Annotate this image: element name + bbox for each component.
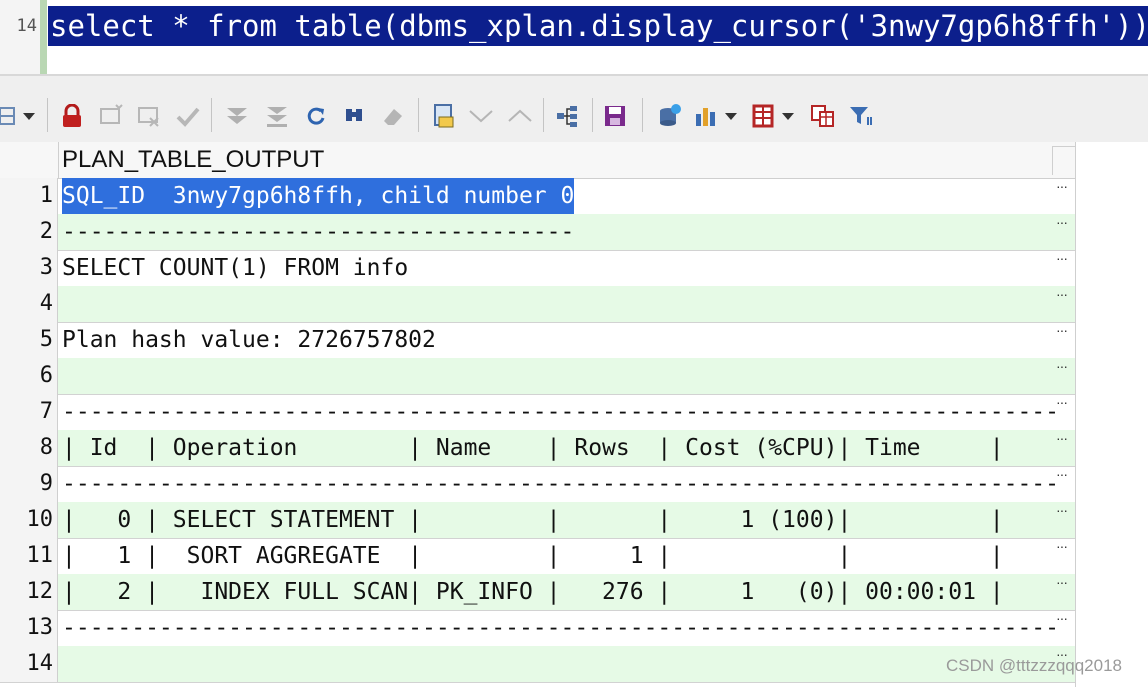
cell-expand-button[interactable]: ···	[1056, 538, 1068, 554]
grid-corner-cell[interactable]	[0, 142, 59, 178]
plan-output-cell[interactable]: | 0 | SELECT STATEMENT | | | 1 (100)| |	[62, 502, 1004, 538]
cell-expand-button[interactable]: ···	[1056, 322, 1068, 338]
result-toolbar	[0, 76, 1148, 143]
result-grid: PLAN_TABLE_OUTPUT 1 SQL_ID 3nwy7gp6h8ffh,…	[0, 142, 1148, 687]
grid-empty-area	[1075, 142, 1148, 687]
plan-output-cell[interactable]: SQL_ID 3nwy7gp6h8ffh, child number 0	[62, 178, 575, 214]
plan-output-cell[interactable]: SELECT COUNT(1) FROM info	[62, 250, 408, 286]
table-row[interactable]: 9 ---------------------------------------…	[0, 466, 1075, 503]
clear-icon[interactable]	[380, 103, 406, 129]
table-row[interactable]: 13 --------------------------------------…	[0, 610, 1075, 647]
row-number[interactable]: 1	[0, 178, 58, 214]
row-number[interactable]: 6	[0, 358, 58, 394]
plan-output-cell[interactable]: | Id | Operation | Name | Rows | Cost (%…	[62, 430, 1004, 466]
dropdown-arrow-icon[interactable]	[20, 103, 38, 129]
row-number[interactable]: 11	[0, 538, 58, 574]
row-number[interactable]: 13	[0, 610, 58, 646]
row-number[interactable]: 5	[0, 322, 58, 358]
table-row[interactable]: 2 ------------------------------------- ··…	[0, 214, 1075, 251]
plan-output-cell[interactable]: -------------------------------------	[62, 214, 574, 250]
row-number[interactable]: 7	[0, 394, 58, 430]
table-row[interactable]: 10 | 0 | SELECT STATEMENT | | | 1 (100)| …	[0, 502, 1075, 539]
cell-expand-button[interactable]: ···	[1056, 358, 1068, 374]
sql-statement-text[interactable]: select * from table(dbms_xplan.display_c…	[48, 6, 1148, 46]
sql-editor[interactable]: 14 select * from table(dbms_xplan.displa…	[0, 0, 1148, 76]
find-icon[interactable]	[342, 103, 366, 129]
watermark: CSDN @tttzzzqqq2018	[946, 656, 1123, 675]
row-number[interactable]: 3	[0, 250, 58, 286]
fetch-all-icon[interactable]	[264, 103, 290, 129]
table-row[interactable]: 5 Plan hash value: 2726757802 ···	[0, 322, 1075, 359]
row-number[interactable]: 12	[0, 574, 58, 610]
row-number[interactable]: 2	[0, 214, 58, 250]
export-icon[interactable]	[656, 103, 684, 129]
column-header-plan-table-output[interactable]: PLAN_TABLE_OUTPUT	[62, 142, 324, 178]
row-number[interactable]: 8	[0, 430, 58, 466]
plan-output-cell[interactable]: ----------------------------------------…	[62, 394, 1059, 430]
insert-row-icon[interactable]	[98, 103, 124, 129]
table-row[interactable]: 7 ---------------------------------------…	[0, 394, 1075, 431]
cell-expand-button[interactable]: ···	[1056, 214, 1068, 230]
post-edit-icon[interactable]	[175, 103, 201, 129]
cell-expand-button[interactable]: ···	[1056, 286, 1068, 302]
table-row[interactable]: 4 ···	[0, 286, 1075, 323]
fetch-next-icon[interactable]	[224, 103, 250, 129]
cell-expand-button[interactable]: ···	[1056, 178, 1068, 194]
plan-output-cell[interactable]: ----------------------------------------…	[62, 466, 1059, 502]
grid-view-icon[interactable]	[751, 103, 775, 129]
table-row[interactable]: 3 SELECT COUNT(1) FROM info ···	[0, 250, 1075, 287]
table-row[interactable]: 11 | 1 | SORT AGGREGATE | | 1 | | | ···	[0, 538, 1075, 575]
plan-output-cell[interactable]: | 1 | SORT AGGREGATE | | 1 | | |	[62, 538, 1004, 574]
editor-change-marker	[40, 0, 47, 74]
save-icon[interactable]	[602, 103, 628, 129]
table-row[interactable]: 1 SQL_ID 3nwy7gp6h8ffh, child number 0 ···	[0, 178, 1075, 215]
cell-expand-button[interactable]: ···	[1056, 502, 1068, 518]
previous-record-icon[interactable]	[506, 103, 534, 129]
table-row[interactable]: 12 | 2 | INDEX FULL SCAN| PK_INFO | 276 |…	[0, 574, 1075, 611]
chart-icon[interactable]	[693, 103, 719, 129]
grid-settings-icon[interactable]	[0, 103, 16, 129]
cell-expand-button[interactable]: ···	[1056, 466, 1068, 482]
editor-line-number: 14	[16, 16, 37, 36]
refresh-icon[interactable]	[304, 103, 328, 129]
cell-expand-button[interactable]: ···	[1056, 610, 1068, 626]
cell-expand-button[interactable]: ···	[1056, 250, 1068, 266]
table-row[interactable]: 14 ···	[0, 646, 1075, 683]
dropdown-arrow-icon[interactable]	[779, 103, 797, 129]
row-number[interactable]: 10	[0, 502, 58, 538]
query-tree-icon[interactable]	[554, 103, 580, 129]
row-number[interactable]: 14	[0, 646, 58, 682]
editor-gutter: 14	[0, 0, 41, 74]
table-row[interactable]: 8 | Id | Operation | Name | Rows | Cost (…	[0, 430, 1075, 467]
plan-output-cell[interactable]: ----------------------------------------…	[62, 610, 1059, 646]
column-header-end	[1052, 146, 1075, 175]
delete-row-icon[interactable]	[136, 103, 164, 129]
row-number[interactable]: 9	[0, 466, 58, 502]
grid-header: PLAN_TABLE_OUTPUT	[0, 142, 1075, 179]
plan-output-cell[interactable]: | 2 | INDEX FULL SCAN| PK_INFO | 276 | 1…	[62, 574, 1004, 610]
single-record-icon[interactable]	[431, 103, 457, 129]
next-record-icon[interactable]	[467, 103, 495, 129]
cell-expand-button[interactable]: ···	[1056, 574, 1068, 590]
plan-output-cell[interactable]: Plan hash value: 2726757802	[62, 322, 436, 358]
compare-icon[interactable]	[810, 103, 836, 129]
cell-expand-button[interactable]: ···	[1056, 394, 1068, 410]
cell-expand-button[interactable]: ···	[1056, 430, 1068, 446]
dropdown-arrow-icon[interactable]	[722, 103, 740, 129]
row-number[interactable]: 4	[0, 286, 58, 322]
filter-icon[interactable]	[848, 103, 874, 129]
table-row[interactable]: 6 ···	[0, 358, 1075, 395]
lock-icon[interactable]	[60, 103, 84, 129]
